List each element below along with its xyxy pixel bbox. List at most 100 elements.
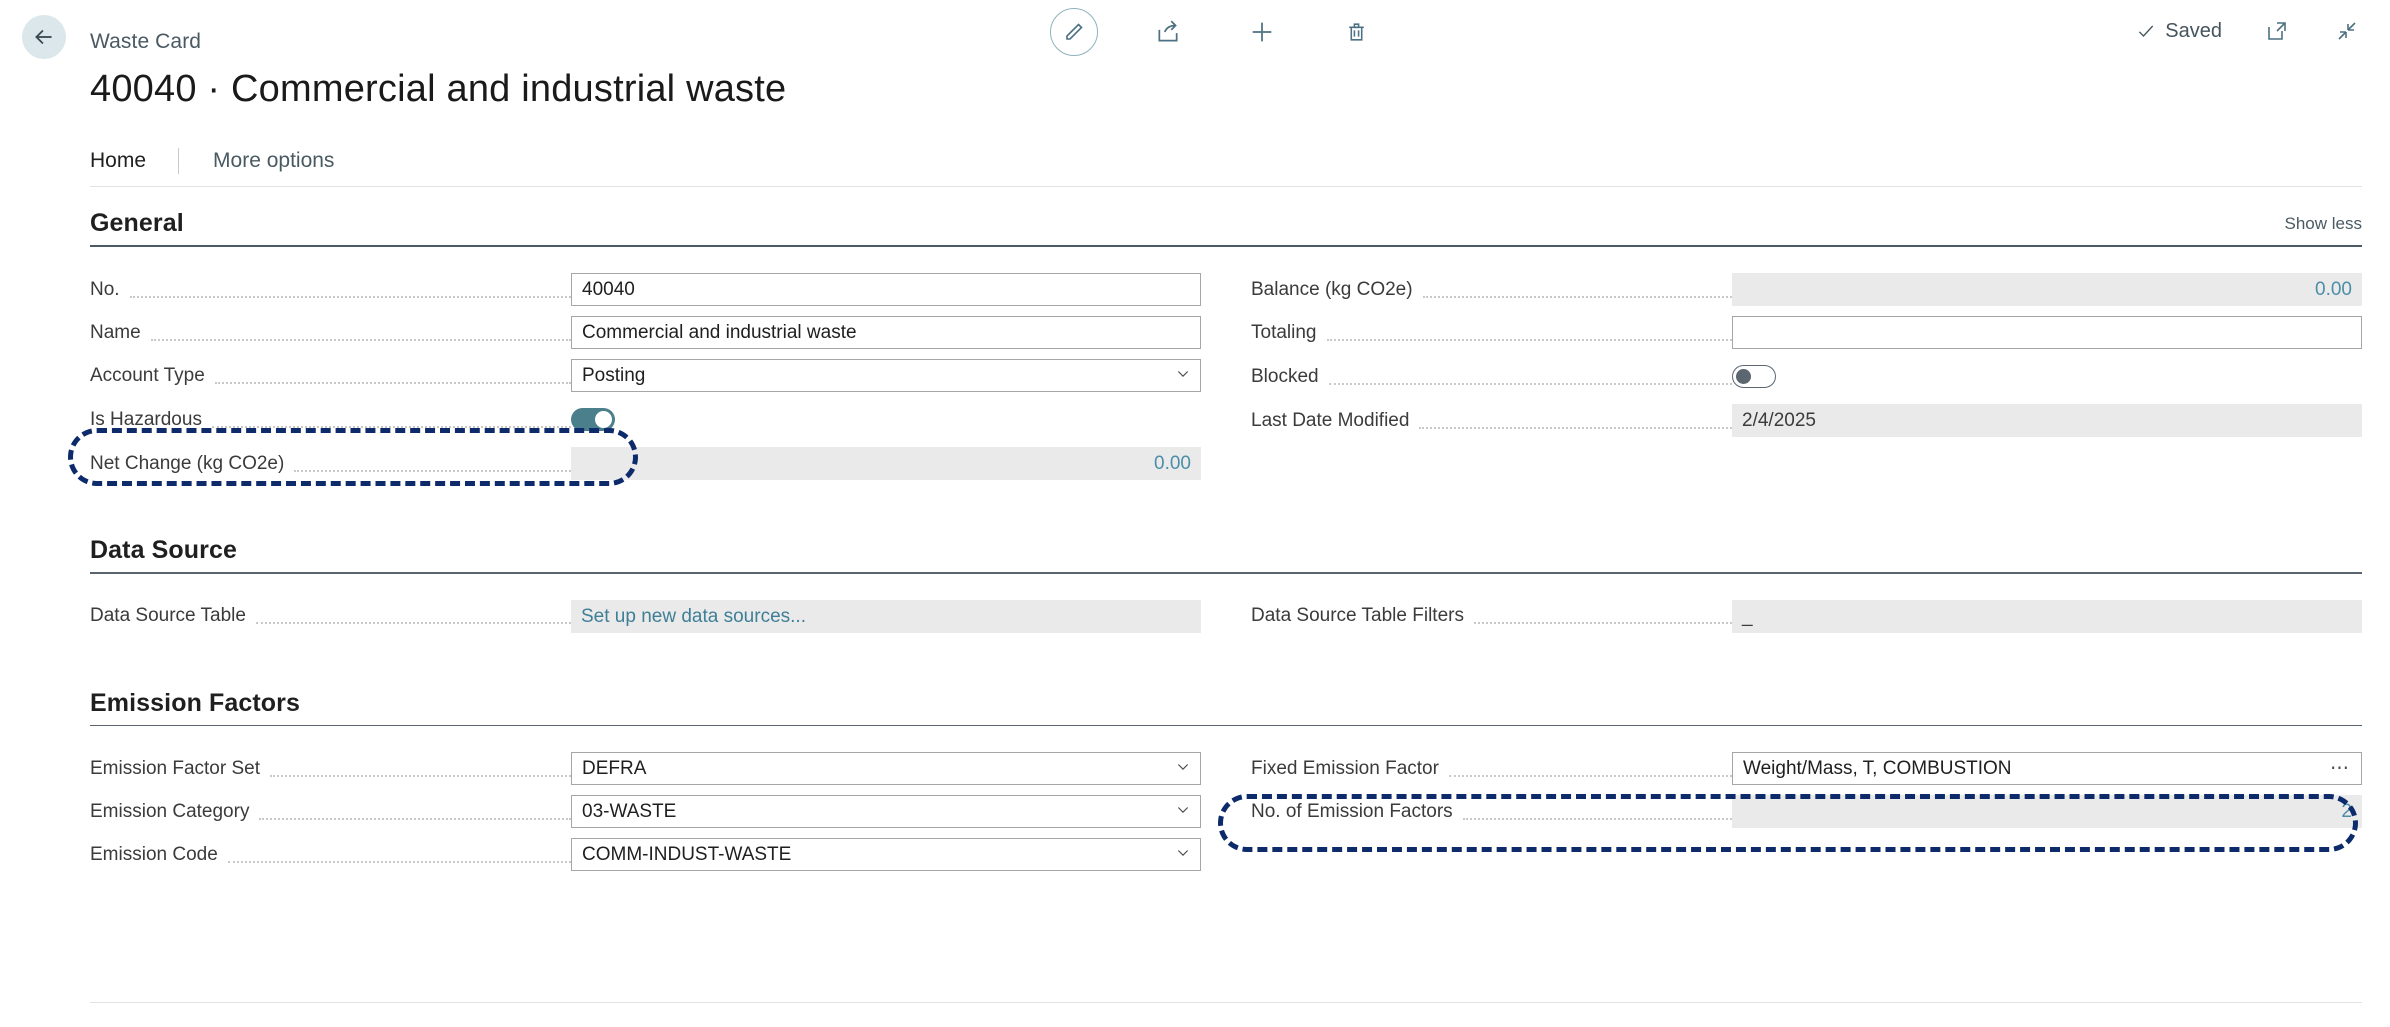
field-row-is-hazardous: Is Hazardous [90, 403, 1201, 436]
leader-dots [129, 279, 571, 298]
tab-more-options[interactable]: More options [179, 146, 366, 176]
tab-underline [90, 186, 2362, 187]
bottom-divider [90, 1002, 2362, 1003]
section-emission-factors-header: Emission Factors [90, 689, 2362, 725]
account-type-select[interactable]: Posting [571, 359, 1201, 392]
field-label-fixed-emission-factor: Fixed Emission Factor [1251, 757, 1439, 779]
section-data-source: Data Source Data Source Table Set up new… [90, 536, 2362, 633]
field-row-net-change: Net Change (kg CO2e) 0.00 [90, 447, 1201, 480]
show-less-link[interactable]: Show less [2285, 214, 2362, 238]
field-control-data-source-table-filters: _ [1732, 599, 2362, 633]
totaling-input[interactable] [1732, 316, 2362, 349]
edit-pencil-button[interactable] [1050, 8, 1098, 56]
name-input[interactable]: Commercial and industrial waste [571, 316, 1201, 349]
tab-home[interactable]: Home [90, 146, 178, 176]
field-label-is-hazardous: Is Hazardous [90, 408, 202, 430]
plus-icon [1252, 22, 1272, 42]
fixed-emission-factor-input[interactable]: Weight/Mass, T, COMBUSTION [1732, 752, 2362, 785]
collapse-button[interactable] [2332, 16, 2362, 46]
data-source-left-column: Data Source Table Set up new data source… [90, 599, 1201, 633]
open-in-new-window-button[interactable] [2262, 16, 2292, 46]
no-input[interactable]: 40040 [571, 273, 1201, 306]
emission-factors-right-column: Fixed Emission Factor Weight/Mass, T, CO… [1251, 752, 2362, 871]
section-general: General Show less No. 40040 Name Commerc… [90, 209, 2362, 480]
field-control-no-of-emission-factors: 2 [1732, 795, 2362, 828]
page-content: General Show less No. 40040 Name Commerc… [0, 209, 2390, 871]
field-row-fixed-emission-factor: Fixed Emission Factor Weight/Mass, T, CO… [1251, 752, 2362, 785]
save-status-label: Saved [2165, 19, 2222, 42]
field-control-no: 40040 [571, 273, 1201, 306]
delete-button[interactable] [1332, 8, 1380, 56]
collapse-arrows-icon [2338, 22, 2356, 40]
emission-category-select[interactable]: 03-WASTE [571, 795, 1201, 828]
share-button[interactable] [1144, 8, 1192, 56]
data-source-table-filters-value[interactable]: _ [1732, 599, 2362, 633]
edit-pencil-icon [1066, 23, 1083, 40]
emission-code-select[interactable]: COMM-INDUST-WASTE [571, 838, 1201, 871]
section-general-rule [90, 245, 2362, 247]
back-arrow-icon [35, 29, 52, 45]
is-hazardous-toggle[interactable] [571, 408, 615, 431]
leader-dots [1422, 279, 1732, 298]
emission-factors-left-column: Emission Factor Set DEFRA Emission Categ… [90, 752, 1201, 871]
field-control-emission-category: 03-WASTE [571, 795, 1201, 828]
field-label-name: Name [90, 321, 141, 343]
save-status[interactable]: Saved [2136, 20, 2222, 43]
breadcrumb[interactable]: Waste Card [90, 30, 201, 54]
balance-value: 0.00 [1732, 273, 2362, 306]
back-button[interactable] [22, 15, 66, 59]
field-control-data-source-table: Set up new data sources... [571, 599, 1201, 633]
emission-factor-set-select[interactable]: DEFRA [571, 752, 1201, 785]
field-row-emission-category: Emission Category 03-WASTE [90, 795, 1201, 828]
field-row-balance: Balance (kg CO2e) 0.00 [1251, 273, 2362, 306]
field-label-totaling: Totaling [1251, 321, 1317, 343]
field-row-last-date-modified: Last Date Modified 2/4/2025 [1251, 404, 2362, 437]
field-control-fixed-emission-factor: Weight/Mass, T, COMBUSTION ⋯ [1732, 752, 2362, 785]
field-control-emission-factor-set: DEFRA [571, 752, 1201, 785]
field-label-emission-category: Emission Category [90, 800, 250, 822]
leader-dots [259, 801, 571, 820]
data-source-table-link[interactable]: Set up new data sources... [571, 599, 1201, 633]
field-row-account-type: Account Type Posting [90, 359, 1201, 392]
field-label-balance: Balance (kg CO2e) [1251, 278, 1413, 300]
leader-dots [1448, 758, 1732, 777]
section-emission-factors: Emission Factors Emission Factor Set DEF… [90, 689, 2362, 871]
no-of-emission-factors-value: 2 [1732, 795, 2362, 828]
field-row-emission-factor-set: Emission Factor Set DEFRA [90, 752, 1201, 785]
new-button[interactable] [1238, 8, 1286, 56]
field-row-name: Name Commercial and industrial waste [90, 316, 1201, 349]
data-source-columns: Data Source Table Set up new data source… [90, 599, 2362, 633]
last-date-modified-value: 2/4/2025 [1732, 404, 2362, 437]
field-row-blocked: Blocked [1251, 360, 2362, 393]
tab-bar: Home More options [0, 135, 2390, 187]
lookup-ellipsis-icon[interactable]: ⋯ [2330, 759, 2350, 778]
field-control-account-type: Posting [571, 359, 1201, 392]
general-columns: No. 40040 Name Commercial and industrial… [90, 273, 2362, 480]
leader-dots [214, 365, 571, 384]
field-label-data-source-table: Data Source Table [90, 605, 246, 626]
section-emission-factors-title: Emission Factors [90, 688, 300, 717]
emission-factors-columns: Emission Factor Set DEFRA Emission Categ… [90, 752, 2362, 871]
leader-dots [1462, 801, 1732, 820]
leader-dots [270, 758, 571, 777]
leader-dots [211, 409, 571, 428]
share-icon [1158, 20, 1178, 42]
top-right-actions: Saved [2136, 16, 2362, 46]
leader-dots [1328, 366, 1732, 385]
section-data-source-header: Data Source [90, 536, 2362, 572]
field-control-is-hazardous [571, 408, 1201, 431]
section-data-source-rule [90, 572, 2362, 574]
leader-dots [1419, 410, 1732, 429]
field-control-net-change: 0.00 [571, 447, 1201, 480]
section-general-header: General Show less [90, 209, 2362, 245]
leader-dots [255, 605, 571, 624]
page-title: 40040 · Commercial and industrial waste [90, 68, 787, 110]
leader-dots [150, 322, 571, 341]
field-control-balance: 0.00 [1732, 273, 2362, 306]
toggle-knob [595, 411, 612, 428]
field-label-no: No. [90, 278, 120, 300]
field-label-emission-code: Emission Code [90, 843, 218, 865]
blocked-toggle[interactable] [1732, 365, 1776, 388]
section-data-source-title: Data Source [90, 536, 237, 564]
field-control-blocked [1732, 365, 2362, 388]
